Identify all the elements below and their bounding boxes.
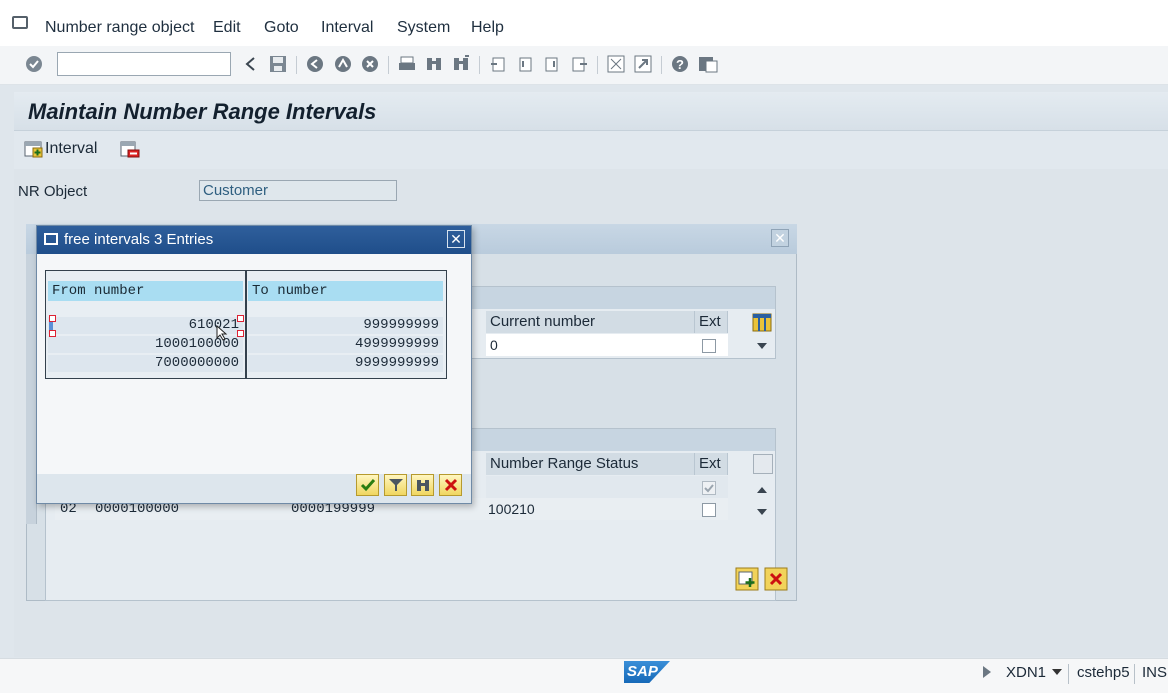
- column-header-to-number[interactable]: To number: [248, 281, 443, 301]
- from-number-cell[interactable]: 610021: [48, 317, 243, 334]
- scroll-down-icon[interactable]: [757, 343, 767, 349]
- next-page-icon[interactable]: [542, 54, 562, 74]
- filter-button[interactable]: [384, 474, 407, 496]
- find-button[interactable]: [411, 474, 434, 496]
- system-name: XDN1: [1006, 664, 1047, 681]
- mouse-cursor-icon: [216, 324, 228, 345]
- status-bar: [0, 658, 1168, 693]
- page-title-bar: Maintain Number Range Intervals: [14, 92, 1168, 131]
- find-next-icon[interactable]: [451, 54, 471, 74]
- interval-button-label: Interval: [45, 140, 98, 157]
- ext-checkbox-disabled: [702, 481, 716, 495]
- cancel-icon[interactable]: [360, 54, 380, 74]
- table-settings-icon[interactable]: [752, 313, 774, 333]
- scroll-down-icon[interactable]: [757, 509, 767, 515]
- back-icon[interactable]: [240, 54, 260, 74]
- toolbar: ?: [0, 46, 1168, 85]
- close-icon[interactable]: ✕: [447, 230, 465, 248]
- column-header-current-number: Current number: [486, 311, 695, 333]
- menu-system[interactable]: System: [397, 19, 450, 37]
- row-status: 100210: [488, 501, 535, 517]
- exit-icon[interactable]: [333, 54, 353, 74]
- prev-page-icon[interactable]: [515, 54, 535, 74]
- chevron-down-icon[interactable]: [1052, 669, 1062, 675]
- current-number-cell[interactable]: 0: [486, 334, 695, 356]
- menu-help[interactable]: Help: [471, 19, 504, 37]
- resize-handle-icon: [49, 315, 56, 322]
- window-icon: [44, 233, 58, 245]
- help-icon[interactable]: ?: [670, 54, 690, 74]
- select-all-columns-button[interactable]: [753, 454, 773, 474]
- resize-handle-icon: [237, 330, 244, 337]
- enter-icon[interactable]: [24, 54, 44, 74]
- menu-icon[interactable]: [12, 16, 28, 29]
- nr-object-field[interactable]: Customer: [199, 180, 397, 201]
- customize-layout-icon[interactable]: [698, 54, 718, 74]
- to-number-cell[interactable]: 999999999: [248, 317, 443, 334]
- ext-checkbox[interactable]: [702, 339, 716, 353]
- menu-number-range-object[interactable]: Number range object: [45, 19, 194, 37]
- resize-handle-icon: [237, 315, 244, 322]
- new-session-icon[interactable]: [606, 54, 626, 74]
- last-page-icon[interactable]: [569, 54, 589, 74]
- from-number-cell[interactable]: 1000100000: [48, 336, 243, 353]
- insert-row-button[interactable]: [735, 567, 759, 591]
- menu-interval[interactable]: Interval: [321, 19, 373, 37]
- cancel-button[interactable]: [439, 474, 462, 496]
- ext-checkbox-row[interactable]: [702, 503, 716, 517]
- resize-handle-icon: [49, 330, 56, 337]
- column-header-number-range-status: Number Range Status: [486, 453, 695, 475]
- popup-header: free intervals 3 Entries ✕: [37, 226, 471, 254]
- command-field[interactable]: [57, 52, 231, 76]
- menu-goto[interactable]: Goto: [264, 19, 299, 37]
- delete-interval-icon[interactable]: [120, 140, 140, 164]
- shortcut-icon[interactable]: [633, 54, 653, 74]
- server-name: cstehp5: [1077, 664, 1130, 681]
- to-number-cell[interactable]: 4999999999: [248, 336, 443, 353]
- column-header-ext-2: Ext: [695, 453, 728, 475]
- find-icon[interactable]: [424, 54, 444, 74]
- popup-title: free intervals 3 Entries: [64, 231, 214, 248]
- from-number-cell[interactable]: 7000000000: [48, 355, 243, 372]
- confirm-button[interactable]: [356, 474, 379, 496]
- table-row: [486, 476, 728, 498]
- page-title: Maintain Number Range Intervals: [28, 99, 377, 124]
- delete-row-button[interactable]: [764, 567, 788, 591]
- nr-object-label: NR Object: [18, 183, 88, 200]
- first-page-icon[interactable]: [488, 54, 508, 74]
- application-toolbar: Interval: [14, 131, 1168, 169]
- close-icon[interactable]: ✕: [771, 229, 789, 247]
- menu-edit[interactable]: Edit: [213, 19, 241, 37]
- to-number-cell[interactable]: 9999999999: [248, 355, 443, 372]
- insert-mode: INS: [1142, 664, 1168, 681]
- print-icon[interactable]: [397, 54, 417, 74]
- expand-status-icon[interactable]: [983, 666, 991, 678]
- svg-text:?: ?: [676, 57, 684, 72]
- menu-bar: Number range object Edit Goto Interval S…: [0, 0, 1168, 47]
- add-interval-icon: [24, 141, 43, 158]
- interval-button[interactable]: Interval: [24, 140, 97, 158]
- scroll-up-icon[interactable]: [757, 487, 767, 493]
- column-header-from-number[interactable]: From number: [48, 281, 243, 301]
- back-nav-icon[interactable]: [305, 54, 325, 74]
- save-icon[interactable]: [268, 54, 288, 74]
- column-header-ext: Ext: [695, 311, 728, 333]
- column-divider: [245, 271, 247, 378]
